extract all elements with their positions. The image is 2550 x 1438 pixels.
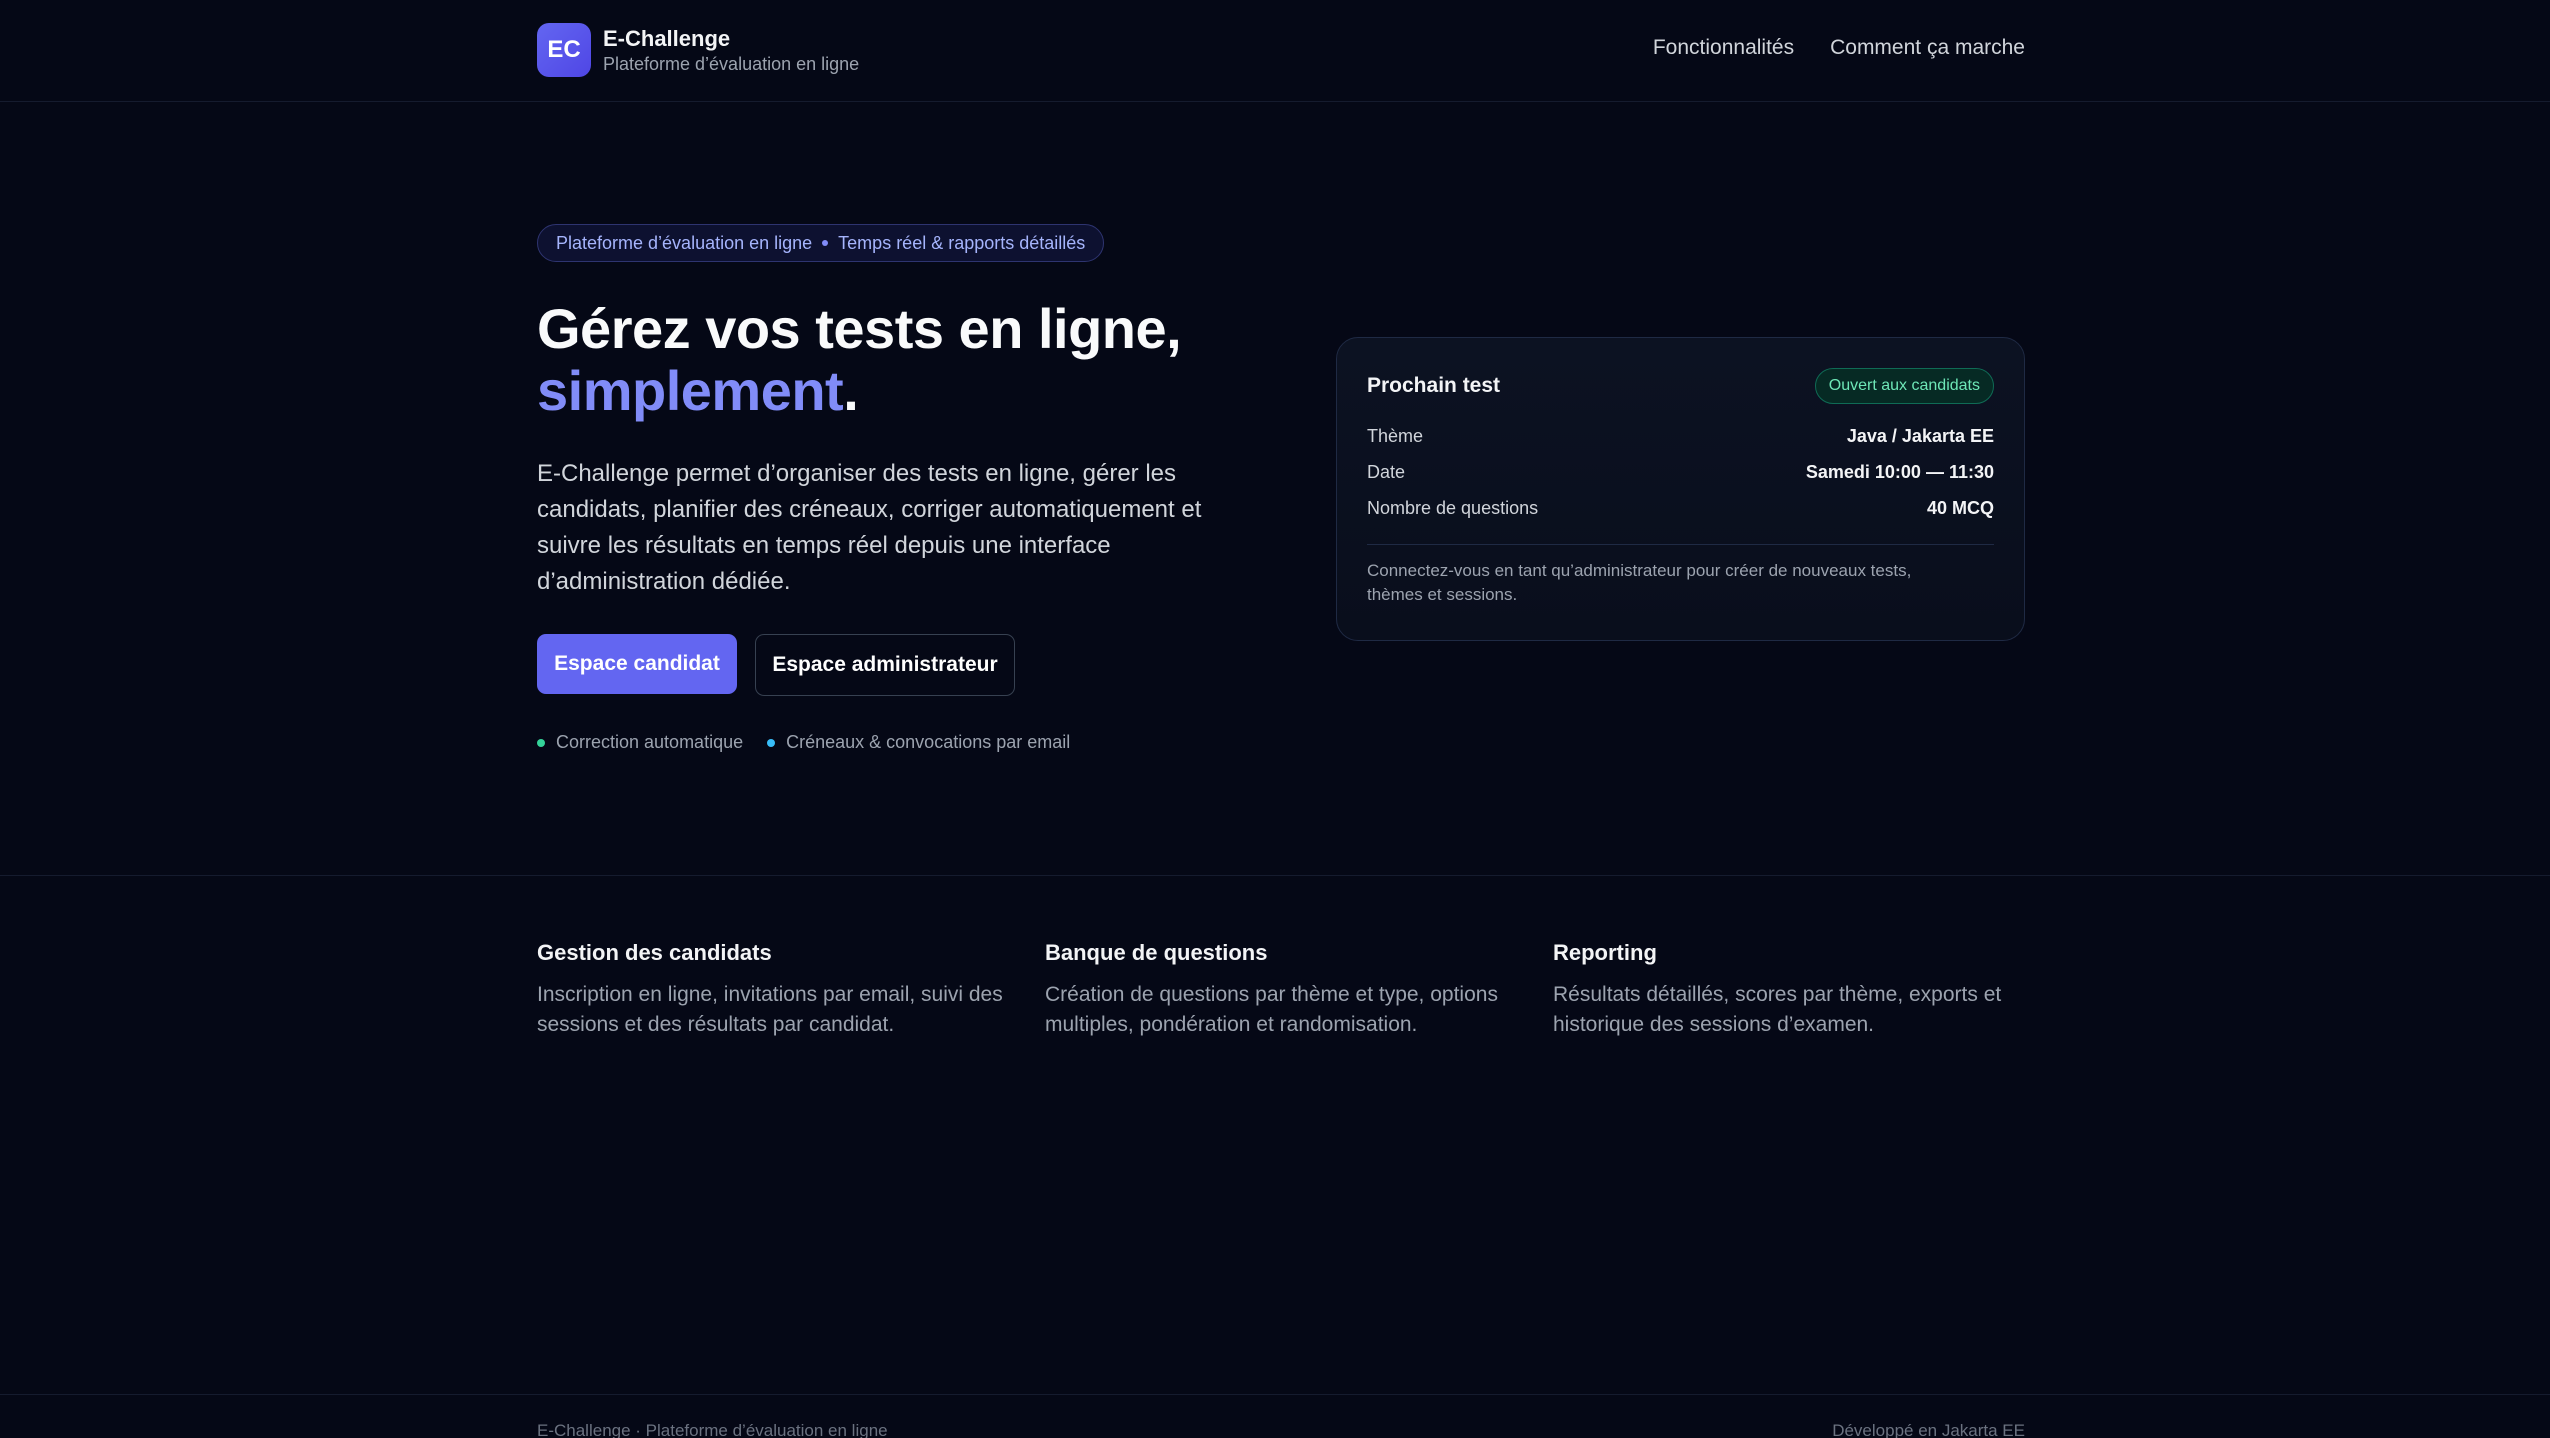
candidate-space-button[interactable]: Espace candidat [537,634,737,694]
detail-key: Thème [1367,425,1424,446]
bullet-auto-correction: Correction automatique [537,732,743,753]
detail-row-questions: Nombre de questions 40 MCQ [1367,490,1994,526]
detail-value: Samedi 10:00 — 11:30 [1805,461,1994,482]
bullet-label: Correction automatique [556,732,744,752]
hero-description: E-Challenge permet d’organiser des tests… [537,460,1202,595]
detail-key: Date [1367,461,1406,482]
next-test-card: Prochain test Ouvert aux candidats Thème… [1336,337,2025,641]
logo-icon: EC [537,23,591,77]
brand[interactable]: EC E-Challenge Plateforme d’évaluation e… [537,23,859,77]
card-details: Thème Java / Jakarta EE Date Samedi 10:0… [1367,418,1994,526]
hero-title-accent: simplement [537,359,844,422]
blue-dot-icon [767,738,776,747]
brand-tagline: Plateforme d’évaluation en ligne [603,54,860,74]
nav-link-features[interactable]: Fonctionnalités [1653,36,1794,60]
feature-reporting: Reporting Résultats détaillés, scores pa… [1553,938,2023,1040]
pill-separator-dot [822,240,829,246]
feature-question-bank: Banque de questions Création de question… [1045,938,1515,1040]
status-badge: Ouvert aux candidats [1814,368,1994,404]
detail-value: 40 MCQ [1926,497,1994,518]
nav-link-how-it-works[interactable]: Comment ça marche [1830,36,2025,60]
hero-pill-badge: Plateforme d’évaluation en ligne Temps r… [537,224,1105,262]
pill-label-realtime: Temps réel & rapports détaillés [838,232,1086,253]
hero-title-line1: Gérez vos tests en ligne, [537,297,1182,360]
detail-value: Java / Jakarta EE [1846,425,1994,446]
feature-text: Inscription en ligne, invitations par em… [537,983,1003,1036]
hero-title: Gérez vos tests en ligne, simplement. [537,297,1182,422]
feature-title: Gestion des candidats [537,940,772,965]
bullet-email-slots: Créneaux & convocations par email [767,732,1070,753]
green-dot-icon [537,738,545,747]
brand-text: E-Challenge Plateforme d’évaluation en l… [603,25,859,75]
footer-left-text: E-Challenge · Plateforme d’évaluation en… [537,1421,888,1438]
bullet-label: Créneaux & convocations par email [786,732,1071,752]
card-note: Connectez-vous en tant qu’administrateur… [1367,561,1912,604]
detail-row-date: Date Samedi 10:00 — 11:30 [1367,454,1994,490]
card-title: Prochain test [1367,374,1501,397]
card-divider [1367,544,1994,545]
detail-key: Nombre de questions [1367,497,1539,518]
top-header: EC E-Challenge Plateforme d’évaluation e… [0,0,2550,102]
brand-name: E-Challenge [603,26,731,51]
feature-text: Résultats détaillés, scores par thème, e… [1553,983,2002,1036]
hero-bullets: Correction automatique Créneaux & convoc… [537,732,1070,753]
page-footer: E-Challenge · Plateforme d’évaluation en… [0,1394,2550,1438]
detail-row-theme: Thème Java / Jakarta EE [1367,418,1994,454]
pill-label-platform: Plateforme d’évaluation en ligne [556,232,813,253]
card-header: Prochain test Ouvert aux candidats [1367,368,1994,404]
feature-candidates: Gestion des candidats Inscription en lig… [537,938,1007,1040]
main-nav: Fonctionnalités Comment ça marche [1653,36,2025,60]
footer-right-text: Développé en Jakarta EE [1832,1421,2025,1438]
hero-title-period: . [843,359,859,422]
feature-text: Création de questions par thème et type,… [1045,983,1498,1036]
feature-title: Banque de questions [1045,940,1268,965]
section-divider [0,875,2550,876]
feature-title: Reporting [1553,940,1657,965]
admin-space-button[interactable]: Espace administrateur [755,634,1015,696]
